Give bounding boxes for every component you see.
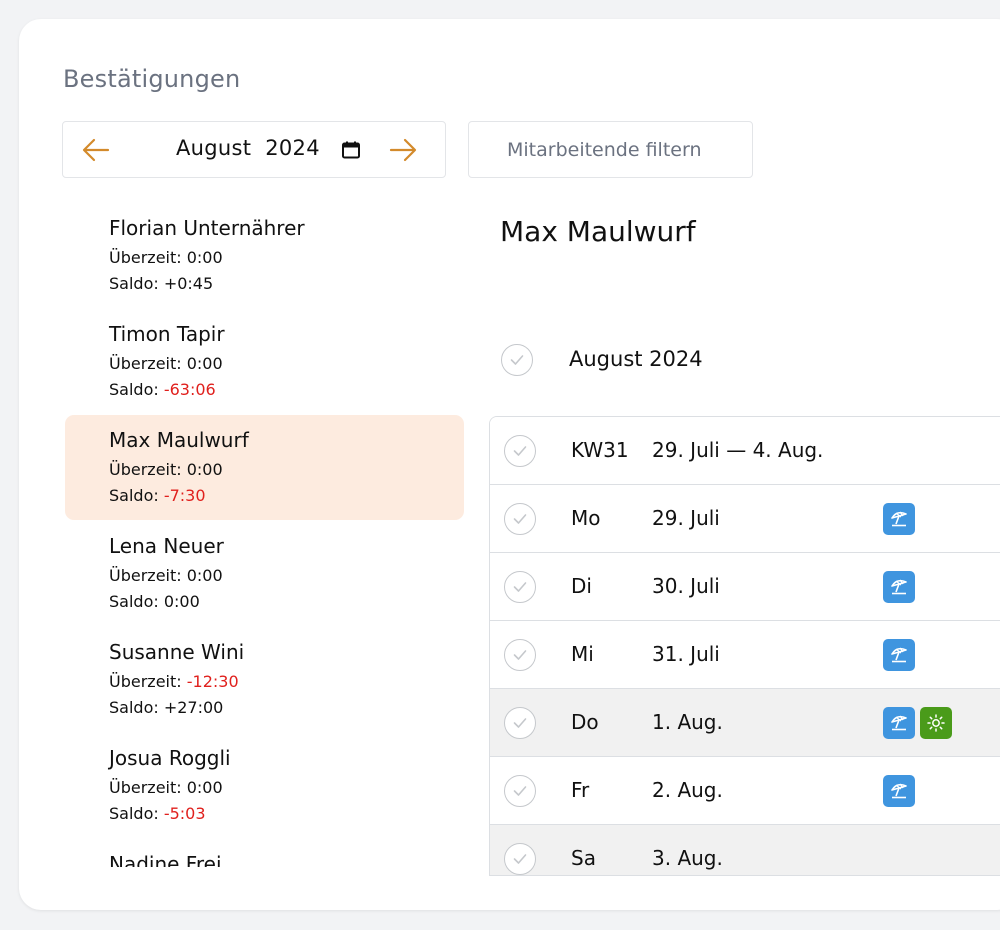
beach-umbrella-icon[interactable] bbox=[883, 707, 915, 739]
overtime-value: 0:00 bbox=[186, 354, 223, 373]
employee-overtime: Überzeit: 0:00 bbox=[109, 460, 223, 479]
badges bbox=[883, 707, 952, 739]
overtime-value: -12:30 bbox=[186, 672, 239, 691]
employee-name: Timon Tapir bbox=[109, 322, 225, 346]
table-row[interactable]: Sa 3. Aug. bbox=[490, 825, 1000, 875]
saldo-value: +0:45 bbox=[163, 274, 214, 293]
sun-icon[interactable] bbox=[920, 707, 952, 739]
weekday: Di bbox=[571, 574, 592, 598]
employee-name: Florian Unternährer bbox=[109, 216, 305, 240]
employee-item-josua-roggli[interactable]: Josua Roggli Überzeit: 0:00 Saldo: -5:03 bbox=[65, 733, 464, 838]
employee-overtime: Überzeit: 0:00 bbox=[109, 354, 223, 373]
page-title: Bestätigungen bbox=[63, 65, 241, 93]
check-circle-icon[interactable] bbox=[504, 843, 536, 875]
employee-saldo: Saldo: -7:30 bbox=[109, 486, 206, 505]
employee-saldo: Saldo: -5:03 bbox=[109, 804, 206, 823]
check-circle-icon[interactable] bbox=[504, 775, 536, 807]
employee-saldo: Saldo: +27:00 bbox=[109, 698, 224, 717]
employee-name: Nadine Frei bbox=[109, 852, 222, 867]
saldo-value: -63:06 bbox=[163, 380, 216, 399]
date: 29. Juli bbox=[652, 506, 720, 530]
table-row[interactable]: Do 1. Aug. bbox=[490, 689, 1000, 757]
day-table: KW31 29. Juli — 4. Aug. Mo 29. Juli Di 3… bbox=[489, 416, 1000, 876]
check-circle-icon[interactable] bbox=[504, 707, 536, 739]
saldo-value: 0:00 bbox=[163, 592, 200, 611]
arrow-left-icon[interactable] bbox=[81, 136, 111, 164]
month-value[interactable]: August 2024 bbox=[176, 136, 320, 160]
table-row[interactable]: KW31 29. Juli — 4. Aug. bbox=[490, 417, 1000, 485]
date: 3. Aug. bbox=[652, 846, 723, 870]
calendar-icon[interactable] bbox=[341, 140, 361, 160]
badges bbox=[883, 639, 915, 671]
date: 1. Aug. bbox=[652, 710, 723, 734]
saldo-value: +27:00 bbox=[163, 698, 224, 717]
date: 31. Juli bbox=[652, 642, 720, 666]
check-circle-icon[interactable] bbox=[501, 344, 533, 376]
badges bbox=[883, 571, 915, 603]
month-navigator: August 2024 bbox=[62, 121, 446, 178]
arrow-right-icon[interactable] bbox=[388, 136, 418, 164]
check-circle-icon[interactable] bbox=[504, 435, 536, 467]
employee-name: Josua Roggli bbox=[109, 746, 231, 770]
employee-overtime: Überzeit: 0:00 bbox=[109, 778, 223, 797]
check-circle-icon[interactable] bbox=[504, 639, 536, 671]
beach-umbrella-icon[interactable] bbox=[883, 571, 915, 603]
date: 2. Aug. bbox=[652, 778, 723, 802]
employee-overtime: Überzeit: 0:00 bbox=[109, 566, 223, 585]
employee-item-max-maulwurf[interactable]: Max Maulwurf Überzeit: 0:00 Saldo: -7:30 bbox=[65, 415, 464, 520]
employee-name: Susanne Wini bbox=[109, 640, 245, 664]
employee-list: Florian Unternährer Überzeit: 0:00 Saldo… bbox=[65, 203, 465, 867]
employee-item-timon-tapir[interactable]: Timon Tapir Überzeit: 0:00 Saldo: -63:06 bbox=[65, 309, 464, 414]
confirmations-card: Bestätigungen August 2024 Florian Untern… bbox=[19, 19, 1000, 910]
week-range: 29. Juli — 4. Aug. bbox=[652, 438, 824, 462]
weekday: Mo bbox=[571, 506, 601, 530]
employee-item-florian-unternaehrer[interactable]: Florian Unternährer Überzeit: 0:00 Saldo… bbox=[65, 203, 464, 308]
employee-filter-input[interactable] bbox=[468, 121, 753, 178]
overtime-value: 0:00 bbox=[186, 248, 223, 267]
table-row[interactable]: Di 30. Juli bbox=[490, 553, 1000, 621]
badges bbox=[883, 503, 915, 535]
check-circle-icon[interactable] bbox=[504, 571, 536, 603]
badges bbox=[883, 775, 915, 807]
saldo-value: -7:30 bbox=[163, 486, 206, 505]
check-circle-icon[interactable] bbox=[504, 503, 536, 535]
week-label: KW31 bbox=[571, 438, 629, 462]
employee-saldo: Saldo: 0:00 bbox=[109, 592, 200, 611]
employee-name: Lena Neuer bbox=[109, 534, 224, 558]
selected-employee-name: Max Maulwurf bbox=[500, 215, 696, 248]
beach-umbrella-icon[interactable] bbox=[883, 503, 915, 535]
employee-name: Max Maulwurf bbox=[109, 428, 249, 452]
employee-item-lena-neuer[interactable]: Lena Neuer Überzeit: 0:00 Saldo: 0:00 bbox=[65, 521, 464, 626]
weekday: Mi bbox=[571, 642, 594, 666]
beach-umbrella-icon[interactable] bbox=[883, 639, 915, 671]
table-row[interactable]: Fr 2. Aug. bbox=[490, 757, 1000, 825]
weekday: Sa bbox=[571, 846, 596, 870]
employee-overtime: Überzeit: -12:30 bbox=[109, 672, 239, 691]
table-row[interactable]: Mi 31. Juli bbox=[490, 621, 1000, 689]
date: 30. Juli bbox=[652, 574, 720, 598]
employee-item-susanne-wini[interactable]: Susanne Wini Überzeit: -12:30 Saldo: +27… bbox=[65, 627, 464, 732]
month-label: August 2024 bbox=[569, 347, 703, 371]
employee-saldo: Saldo: +0:45 bbox=[109, 274, 214, 293]
weekday: Fr bbox=[571, 778, 590, 802]
saldo-value: -5:03 bbox=[163, 804, 206, 823]
employee-saldo: Saldo: -63:06 bbox=[109, 380, 216, 399]
overtime-value: 0:00 bbox=[186, 460, 223, 479]
weekday: Do bbox=[571, 710, 599, 734]
overtime-value: 0:00 bbox=[186, 566, 223, 585]
beach-umbrella-icon[interactable] bbox=[883, 775, 915, 807]
employee-item-nadine-frei[interactable]: Nadine Frei bbox=[65, 839, 464, 867]
table-row[interactable]: Mo 29. Juli bbox=[490, 485, 1000, 553]
overtime-value: 0:00 bbox=[186, 778, 223, 797]
employee-overtime: Überzeit: 0:00 bbox=[109, 248, 223, 267]
